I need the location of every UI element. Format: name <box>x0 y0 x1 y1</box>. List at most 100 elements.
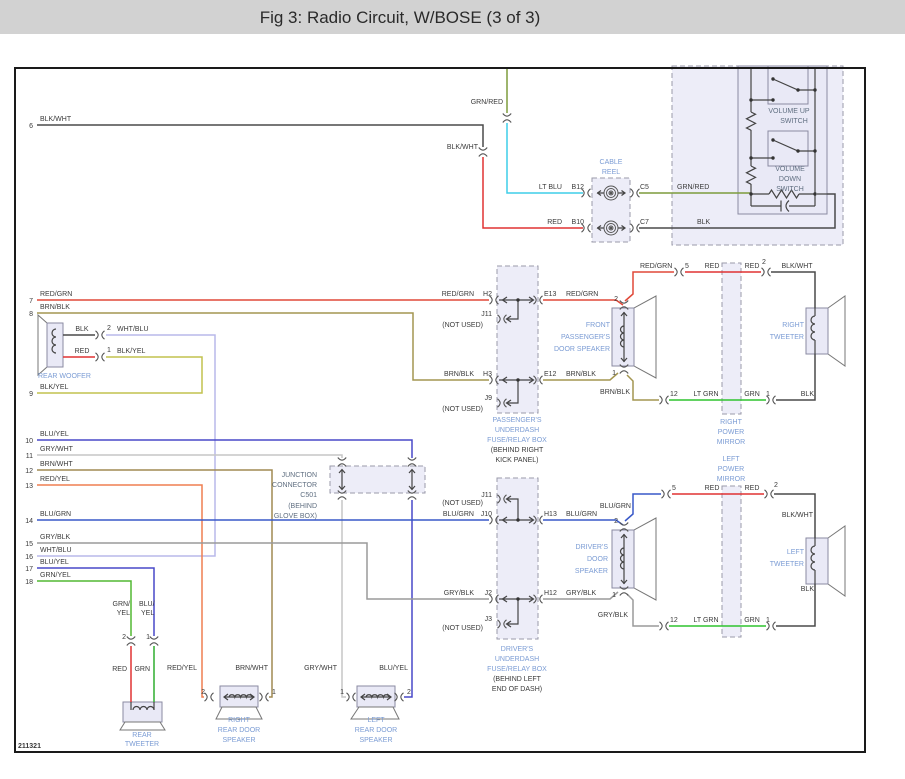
label-b12: B12 <box>572 184 585 191</box>
label-lrd-pin1: 1 <box>340 689 344 696</box>
connector-lr-door-pin1 <box>345 692 357 702</box>
rear-tweeter <box>122 701 163 723</box>
connector-left-pin2 <box>763 489 775 499</box>
label-dbox-5: END OF DASH) <box>492 686 542 693</box>
label-red-l2: RED <box>745 485 760 492</box>
connector-blkwht-red <box>478 146 488 158</box>
label-dbox-1: DRIVER'S <box>501 646 534 653</box>
label-row-15: GRY/BLK <box>40 534 71 541</box>
label-wf-pin2: 2 <box>107 325 111 332</box>
connector-c7 <box>629 223 641 233</box>
label-lt-grn-l: LT GRN <box>693 617 718 624</box>
label-vol-dn-2: DOWN <box>779 176 801 183</box>
label-rtw-blu-2: YEL <box>141 610 154 617</box>
right-tweeter <box>805 307 829 355</box>
speaker-internals <box>51 308 816 711</box>
label-blu-grn-j10: BLU/GRN <box>443 511 474 518</box>
label-j9: J9 <box>485 395 493 402</box>
label-blk-wht-r: BLK/WHT <box>781 263 813 270</box>
label-rrd-pin2: 2 <box>201 689 205 696</box>
label-wf-blk: BLK <box>75 326 89 333</box>
connector-woofer-pin2 <box>94 330 106 340</box>
junction-dots <box>771 98 775 102</box>
wire-lt-blu <box>506 123 583 194</box>
label-grn-red-top: GRN/RED <box>471 99 503 106</box>
label-drv-spk-3: SPEAKER <box>575 568 608 575</box>
label-fp-spk-1: FRONT <box>586 322 611 329</box>
junction-dots <box>796 88 800 92</box>
page-title: Fig 3: Radio Circuit, W/BOSE (3 of 3) <box>260 8 541 27</box>
label-wf-pin1: 1 <box>107 347 111 354</box>
label-blk-yel-wf: BLK/YEL <box>117 348 146 355</box>
junction-dots <box>749 192 753 196</box>
label-j10: J10 <box>481 511 492 518</box>
label-row-18-num: 18 <box>25 579 33 586</box>
label-wf-red: RED <box>75 348 90 355</box>
label-pbox-5: KICK PANEL) <box>495 457 538 464</box>
label-red-yel-b: RED/YEL <box>167 665 197 672</box>
wiring-diagram: Fig 3: Radio Circuit, W/BOSE (3 of 3) 6B… <box>0 0 905 753</box>
label-rmirror-3: MIRROR <box>717 439 745 446</box>
label-row-7-num: 7 <box>29 298 33 305</box>
connector-c5 <box>629 188 641 198</box>
label-dbox-2: UNDERDASH <box>495 656 539 663</box>
label-vol-dn-3: SWITCH <box>776 186 804 193</box>
arrowheads <box>223 190 628 701</box>
rear-woofer-cone <box>37 313 48 377</box>
label-row-14-num: 14 <box>25 518 33 525</box>
connector-grn-red-ltblu <box>502 112 512 124</box>
label-blu-yel-b: BLU/YEL <box>379 665 408 672</box>
label-blu-grn-up: BLU/GRN <box>600 503 631 510</box>
left-power-mirror-box <box>721 485 742 638</box>
label-row-12-num: 12 <box>25 468 33 475</box>
label-red-r1: RED <box>705 263 720 270</box>
label-lrd-pin2: 2 <box>407 689 411 696</box>
label-row-15-num: 15 <box>25 541 33 548</box>
left-tweeter <box>805 537 829 585</box>
label-row-11-num: 11 <box>26 453 33 460</box>
label-cable-reel-1: CABLE <box>600 159 623 166</box>
label-rt-tweeter-1: RIGHT <box>782 322 805 329</box>
label-row-6: BLK/WHT <box>40 116 72 123</box>
label-brn-wht-b: BRN/WHT <box>235 665 268 672</box>
label-vol-dn-1: VOLUME <box>775 166 805 173</box>
junction-dots <box>516 597 520 601</box>
label-row-17-num: 17 <box>25 566 33 573</box>
label-rear-tweeter-2: TWEETER <box>125 741 159 748</box>
connector-rear-tweeter-pin2 <box>126 635 136 647</box>
connector-junction-top-left <box>337 456 347 468</box>
label-blk-wht-l: BLK/WHT <box>782 512 814 519</box>
label-h12: H12 <box>544 590 557 597</box>
page: Fig 3: Radio Circuit, W/BOSE (3 of 3) 6 … <box>0 0 905 779</box>
junction-dots <box>516 518 520 522</box>
label-fp-spk-2: PASSENGER'S <box>561 334 610 341</box>
label-blk-r: BLK <box>801 391 815 398</box>
label-row-14: BLU/GRN <box>40 511 71 518</box>
label-vol-up-1: VOLUME UP <box>768 108 810 115</box>
label-row-9: BLK/YEL <box>40 384 69 391</box>
wire-blk-wht-row6 <box>37 124 484 147</box>
label-rtw-pin1: 1 <box>146 634 150 641</box>
wire-brn-blk-row8 <box>37 312 489 381</box>
label-rtw-grn-2: YEL <box>117 610 130 617</box>
label-red-grn-e13: RED/GRN <box>566 291 598 298</box>
label-brn-blk-e12: BRN/BLK <box>566 371 596 378</box>
label-rtw-pin2: 2 <box>122 634 126 641</box>
label-brn-blk-down: BRN/BLK <box>600 389 630 396</box>
label-ds-pin2: 2 <box>614 518 618 525</box>
label-grn-red-out: GRN/RED <box>677 184 709 191</box>
cable-reel-spiral-b10 <box>603 220 619 236</box>
label-drv-spk-2: DOOR <box>587 556 608 563</box>
label-lr-door-3: SPEAKER <box>359 737 392 744</box>
label-rear-woofer: REAR WOOFER <box>38 373 91 380</box>
label-c5: C5 <box>640 184 649 191</box>
label-grn-l: GRN <box>744 617 760 624</box>
label-gry-blk-down: GRY/BLK <box>598 612 629 619</box>
label-blk-l: BLK <box>801 586 815 593</box>
label-grn-r: GRN <box>744 391 760 398</box>
junction-dots <box>771 77 775 81</box>
connector-left-pin12 <box>658 621 670 631</box>
label-pbox-1: PASSENGER'S <box>492 417 541 424</box>
junction-dots <box>749 156 753 160</box>
label-lr-door-1: LEFT <box>367 717 385 724</box>
